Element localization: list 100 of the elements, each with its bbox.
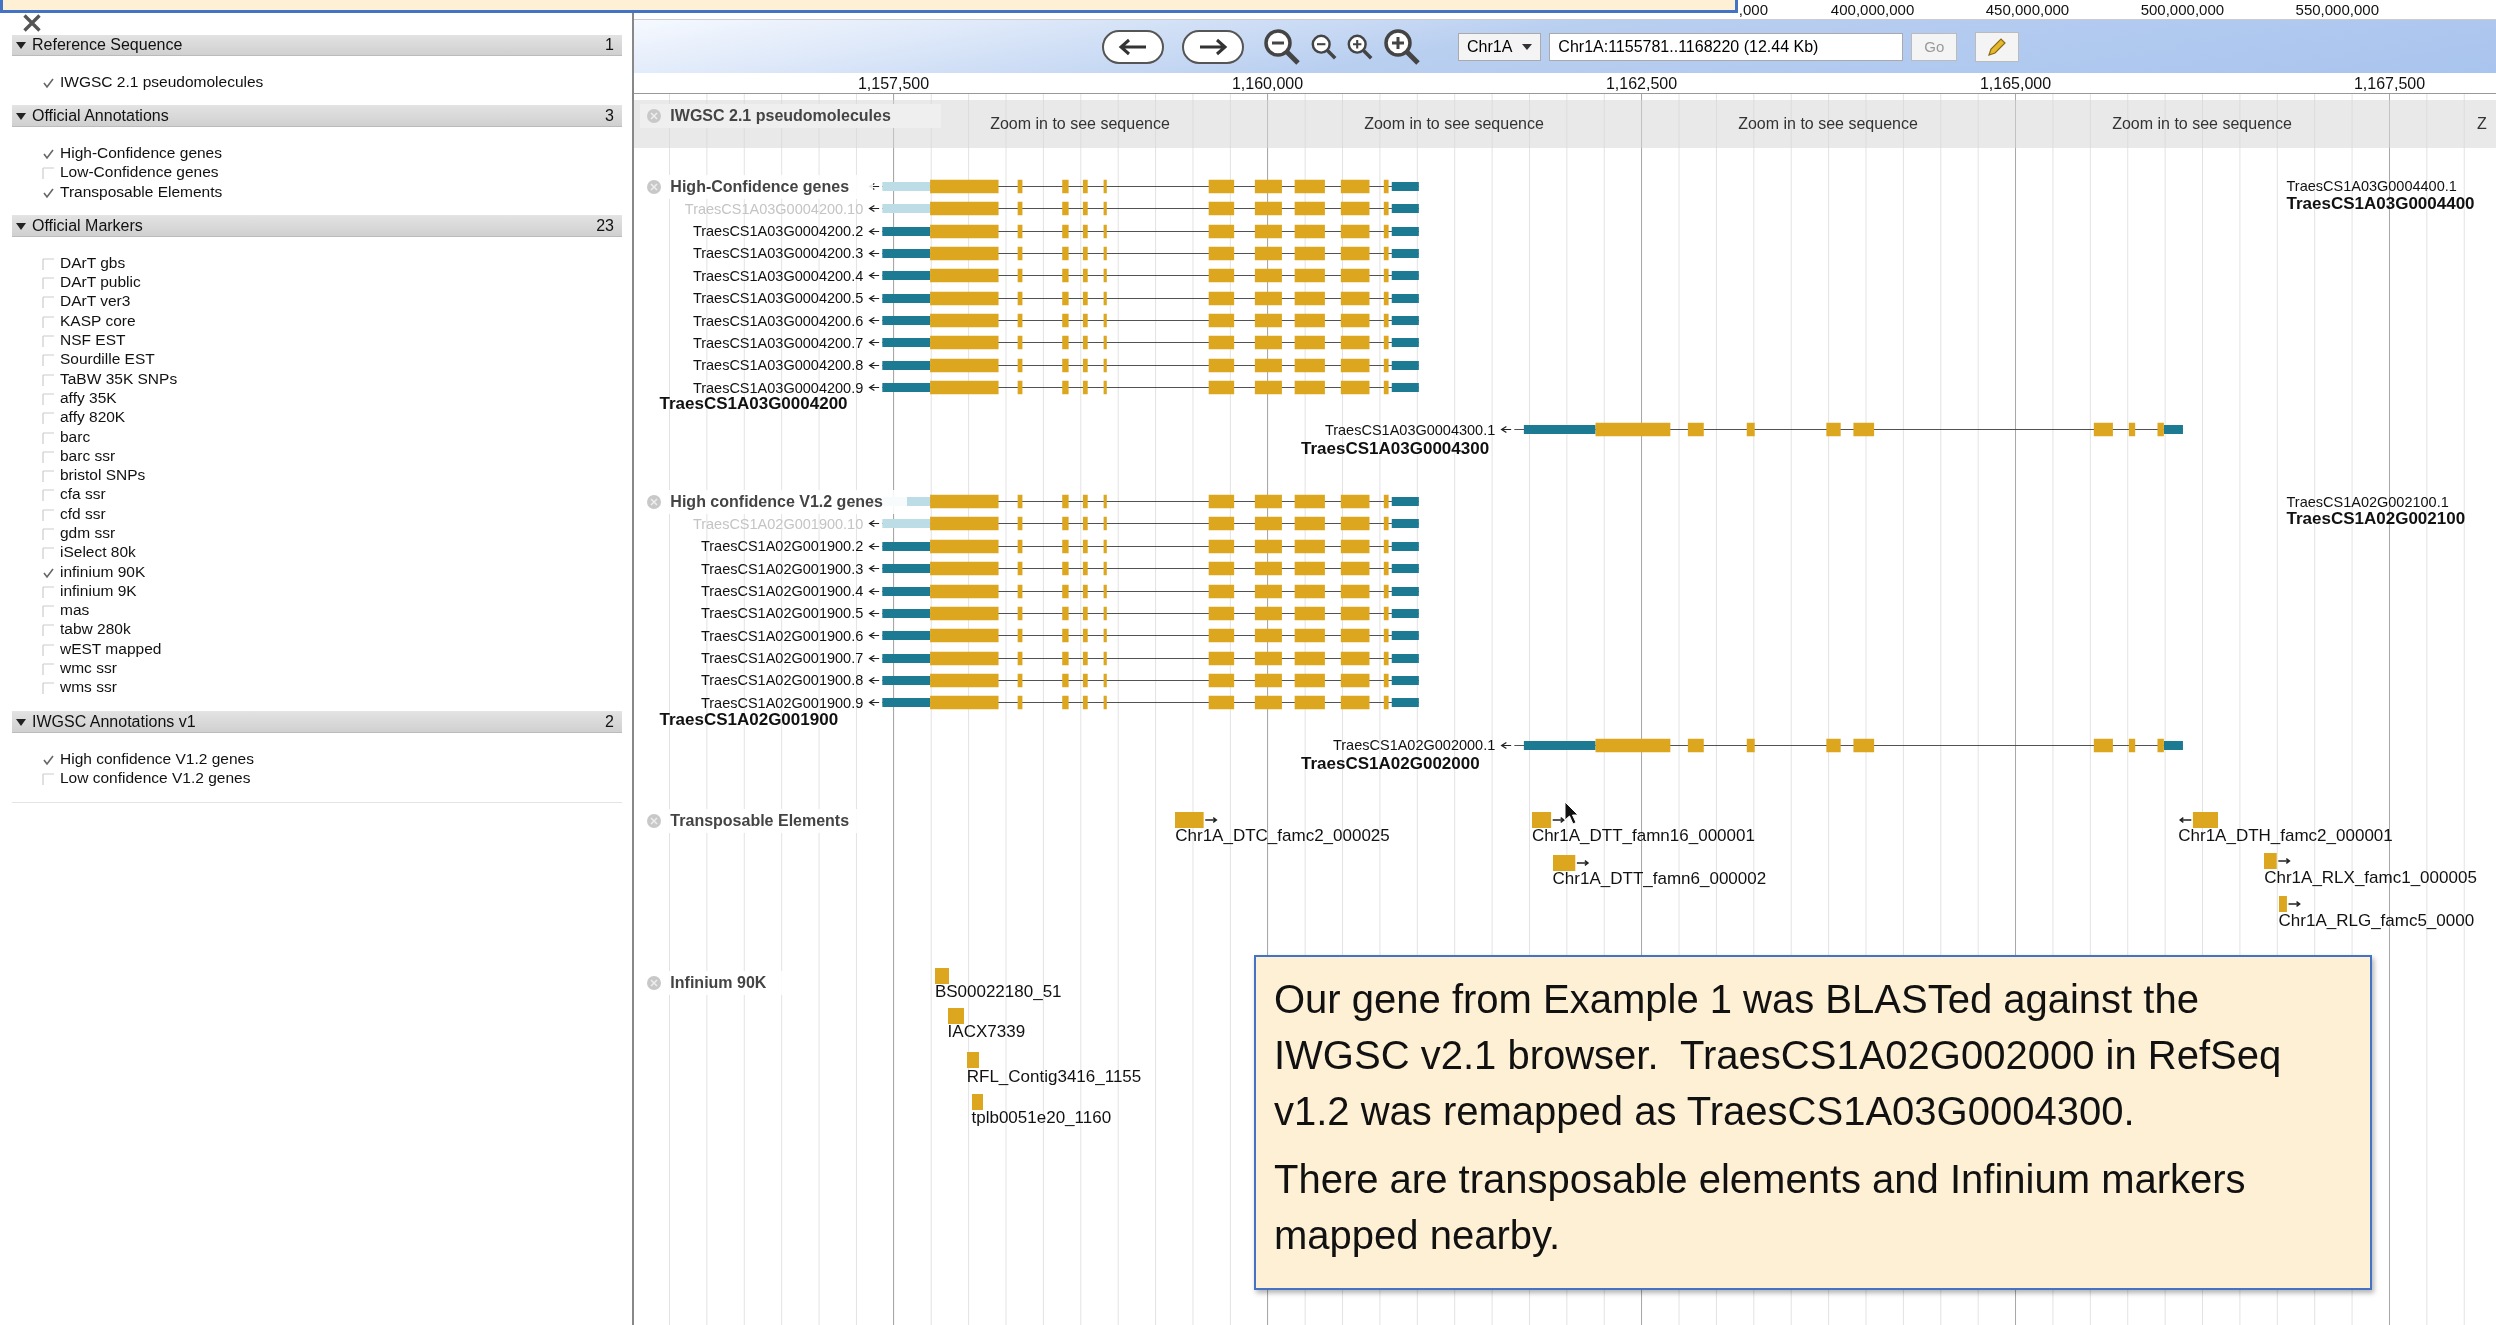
gene-label[interactable]: TraesCS1A03G0004400 bbox=[2286, 193, 2475, 214]
transcript-label[interactable]: TraesCS1A03G0004200.5 bbox=[692, 290, 864, 307]
gene-model-drawing[interactable] bbox=[868, 201, 1419, 217]
gene-model-drawing[interactable] bbox=[868, 268, 1419, 284]
transcript-label[interactable]: TraesCS1A03G0004200.8 bbox=[692, 357, 864, 374]
marker-label[interactable]: BS00022180_51 bbox=[934, 982, 1062, 1003]
track-checkbox[interactable] bbox=[42, 544, 56, 561]
track-label[interactable]: KASP core bbox=[60, 311, 136, 330]
feature-glyph-drawing[interactable] bbox=[1531, 812, 1567, 828]
track-checkbox[interactable] bbox=[42, 621, 56, 638]
close-icon[interactable] bbox=[22, 13, 42, 33]
caret-icon[interactable] bbox=[16, 111, 26, 122]
track-label[interactable]: tabw 280k bbox=[60, 620, 131, 639]
track-label[interactable]: cfa ssr bbox=[60, 485, 106, 504]
gene-model-drawing[interactable] bbox=[1500, 422, 2183, 438]
transcript-label[interactable]: TraesCS1A03G0004400.1 bbox=[2286, 178, 2457, 195]
gene-model-drawing[interactable] bbox=[868, 583, 1419, 599]
track-label[interactable]: cfd ssr bbox=[60, 504, 106, 523]
track-checkbox[interactable] bbox=[42, 486, 56, 503]
gene-model-drawing[interactable] bbox=[868, 290, 1419, 306]
track-label[interactable]: wmc ssr bbox=[60, 659, 117, 678]
gene-model-drawing[interactable] bbox=[868, 357, 1419, 373]
gene-model-drawing[interactable] bbox=[868, 516, 1419, 532]
track-label[interactable]: wms ssr bbox=[60, 678, 117, 697]
track-checkbox[interactable] bbox=[42, 467, 56, 484]
gene-model-drawing[interactable] bbox=[868, 538, 1419, 554]
track-label[interactable]: DArT public bbox=[60, 273, 141, 292]
transcript-label[interactable]: TraesCS1A03G0004200.4 bbox=[692, 267, 864, 284]
gene-label[interactable]: TraesCS1A02G002000 bbox=[1301, 754, 1480, 775]
track-label[interactable]: infinium 9K bbox=[60, 581, 137, 600]
transcript-label[interactable]: TraesCS1A02G001900.2 bbox=[700, 538, 864, 555]
track-label[interactable]: wEST mapped bbox=[60, 639, 162, 658]
gene-model-drawing[interactable] bbox=[1500, 737, 2183, 753]
zoom-out-icon[interactable] bbox=[1262, 26, 1302, 67]
gene-model-drawing[interactable] bbox=[868, 313, 1419, 329]
feature-label[interactable]: Chr1A_DTC_famc2_000025 bbox=[1175, 826, 1390, 847]
gene-label[interactable]: TraesCS1A03G0004300 bbox=[1301, 439, 1490, 459]
transcript-label[interactable]: TraesCS1A02G001900.6 bbox=[700, 627, 864, 644]
track-checkbox[interactable] bbox=[42, 602, 56, 619]
track-checkbox[interactable] bbox=[42, 274, 56, 291]
section-title[interactable]: Official Markers bbox=[32, 217, 591, 236]
caret-icon[interactable] bbox=[16, 717, 26, 727]
gene-model-drawing[interactable] bbox=[868, 673, 1419, 688]
feature-label[interactable]: Chr1A_DTT_famn16_000001 bbox=[1531, 826, 1755, 847]
track-checkbox[interactable] bbox=[42, 351, 56, 368]
transcript-label[interactable]: TraesCS1A02G001900.3 bbox=[700, 560, 864, 577]
track-label[interactable]: Low-Confidence genes bbox=[60, 163, 219, 182]
section-title[interactable]: Official Annotations bbox=[32, 107, 600, 126]
track-label[interactable]: barc bbox=[60, 427, 91, 446]
feature-label[interactable]: Chr1A_DTH_famc2_000001 bbox=[2178, 826, 2393, 847]
track-label[interactable]: Sourdille EST bbox=[60, 350, 155, 369]
feature-glyph-drawing[interactable] bbox=[1552, 854, 1591, 871]
transcript-label[interactable]: TraesCS1A02G002000.1 bbox=[1332, 737, 1496, 754]
track-label[interactable]: IWGSC 2.1 pseudomolecules bbox=[60, 72, 264, 91]
marker-label[interactable]: IACX7339 bbox=[947, 1022, 1026, 1043]
gene-model-drawing[interactable] bbox=[868, 223, 1419, 239]
track-label[interactable]: NSF EST bbox=[60, 331, 126, 349]
gene-model-drawing[interactable] bbox=[868, 245, 1419, 261]
track-checkbox[interactable] bbox=[42, 293, 56, 310]
feature-glyph-drawing[interactable] bbox=[2278, 896, 2303, 913]
transcript-label[interactable]: TraesCS1A03G0004200.6 bbox=[692, 312, 864, 329]
track-label[interactable]: mas bbox=[60, 601, 90, 620]
feature-label[interactable]: Chr1A_DTT_famn6_000002 bbox=[1552, 869, 1767, 890]
track-checkbox[interactable] bbox=[42, 164, 56, 181]
track-checkbox[interactable] bbox=[42, 525, 56, 541]
chromosome-select[interactable]: Chr1A bbox=[1458, 32, 1542, 61]
transcript-label[interactable]: TraesCS1A02G002100.1 bbox=[2286, 493, 2449, 510]
track-label[interactable]: DArT ver3 bbox=[60, 292, 131, 311]
feature-label[interactable]: Chr1A_RLX_famc1_000005 bbox=[2264, 867, 2477, 888]
feature-glyph-drawing[interactable] bbox=[2264, 853, 2293, 870]
track-label[interactable]: High-Confidence genes bbox=[60, 143, 222, 162]
gene-model-drawing[interactable] bbox=[868, 628, 1419, 644]
feature-label[interactable]: Chr1A_RLG_famc5_0000 bbox=[2278, 910, 2475, 931]
track-label[interactable]: TaBW 35K SNPs bbox=[60, 369, 178, 388]
track-checkbox[interactable] bbox=[42, 409, 56, 426]
transcript-label[interactable]: TraesCS1A03G0004200.3 bbox=[692, 245, 864, 262]
feature-glyph-drawing[interactable] bbox=[1175, 812, 1220, 828]
gene-model-drawing[interactable] bbox=[868, 650, 1419, 666]
track-checkbox[interactable] bbox=[42, 679, 56, 696]
gene-label[interactable]: TraesCS1A02G001900 bbox=[659, 709, 839, 730]
location-field[interactable]: Chr1A:1155781..1168220 (12.44 Kb) bbox=[1549, 32, 1904, 61]
track-label[interactable]: Transposable Elements bbox=[60, 182, 223, 201]
track-checkbox[interactable] bbox=[42, 332, 56, 348]
marker-glyph[interactable] bbox=[966, 1052, 980, 1069]
marker-glyph[interactable] bbox=[947, 1007, 964, 1024]
track-label[interactable]: affy 35K bbox=[60, 388, 117, 407]
track-label[interactable]: bristol SNPs bbox=[60, 466, 146, 485]
gene-model-drawing[interactable] bbox=[868, 335, 1419, 351]
track-label[interactable]: affy 820K bbox=[60, 408, 126, 427]
track-label-box[interactable]: IWGSC 2.1 pseudomolecules bbox=[640, 103, 941, 128]
track-label[interactable]: infinium 90K bbox=[60, 562, 146, 581]
transcript-label[interactable]: TraesCS1A02G001900.9 bbox=[700, 694, 864, 711]
section-title[interactable]: Reference Sequence bbox=[32, 36, 600, 54]
track-label[interactable]: High confidence V1.2 genes bbox=[60, 749, 254, 768]
gene-model-drawing[interactable] bbox=[868, 695, 1419, 711]
transcript-label[interactable]: TraesCS1A02G001900.5 bbox=[700, 605, 864, 622]
gene-model-drawing[interactable] bbox=[868, 561, 1419, 577]
track-checkbox[interactable] bbox=[42, 660, 56, 677]
marker-label[interactable]: RFL_Contig3416_1155 bbox=[966, 1066, 1142, 1087]
gene-label[interactable]: TraesCS1A03G0004200 bbox=[659, 394, 848, 415]
